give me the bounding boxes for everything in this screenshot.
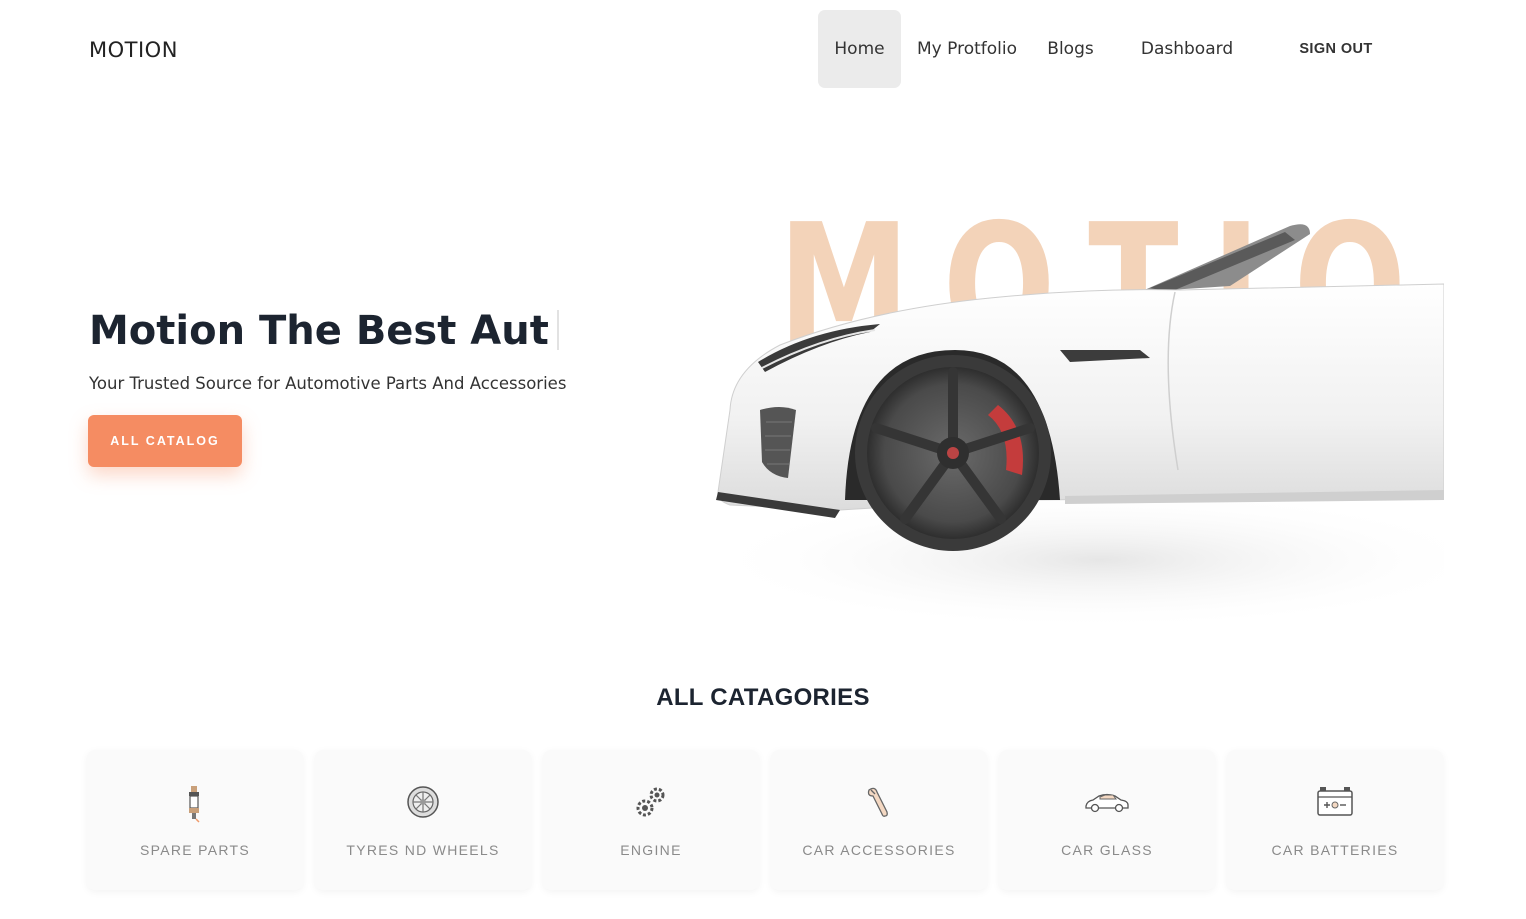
category-card-spare-parts[interactable]: SPARE PARTS [87, 750, 303, 890]
battery-icon [1227, 784, 1443, 820]
brand-logo[interactable]: MOTION [89, 38, 178, 62]
category-card-engine[interactable]: ENGINE [543, 750, 759, 890]
category-card-accessories[interactable]: CAR ACCESSORIES [771, 750, 987, 890]
hero-subtitle: Your Trusted Source for Automotive Parts… [89, 374, 567, 393]
tyre-icon [315, 784, 531, 820]
category-label: TYRES ND WHEELS [346, 842, 500, 858]
sign-out-button[interactable]: SIGN OUT [1290, 10, 1382, 88]
category-card-tyres[interactable]: TYRES ND WHEELS [315, 750, 531, 890]
hero-image: MOTIO [670, 200, 1444, 680]
top-nav: MOTION Home My Protfolio Blogs Dashboard… [0, 0, 1526, 98]
wrench-icon [771, 784, 987, 820]
hero-title-text: Motion The Best Aut [89, 308, 549, 354]
nav-portfolio[interactable]: My Protfolio [910, 10, 1024, 88]
nav-home[interactable]: Home [818, 10, 901, 88]
nav-blogs[interactable]: Blogs [1038, 10, 1103, 88]
category-card-glass[interactable]: CAR GLASS [999, 750, 1215, 890]
category-label: SPARE PARTS [140, 842, 250, 858]
category-card-batteries[interactable]: CAR BATTERIES [1227, 750, 1443, 890]
category-label: CAR ACCESSORIES [802, 842, 956, 858]
nav-dashboard[interactable]: Dashboard [1132, 10, 1242, 88]
categories-title: ALL CATAGORIES [656, 684, 870, 711]
typing-caret [556, 310, 559, 350]
category-label: ENGINE [620, 842, 682, 858]
all-catalog-button[interactable]: ALL CATALOG [88, 415, 242, 467]
car-icon [999, 784, 1215, 820]
gears-icon [543, 784, 759, 820]
category-label: CAR BATTERIES [1271, 842, 1399, 858]
hero-title: Motion The Best Aut [89, 308, 559, 354]
category-label: CAR GLASS [1061, 842, 1153, 858]
car-image [700, 224, 1444, 630]
spark-plug-icon [87, 784, 303, 823]
